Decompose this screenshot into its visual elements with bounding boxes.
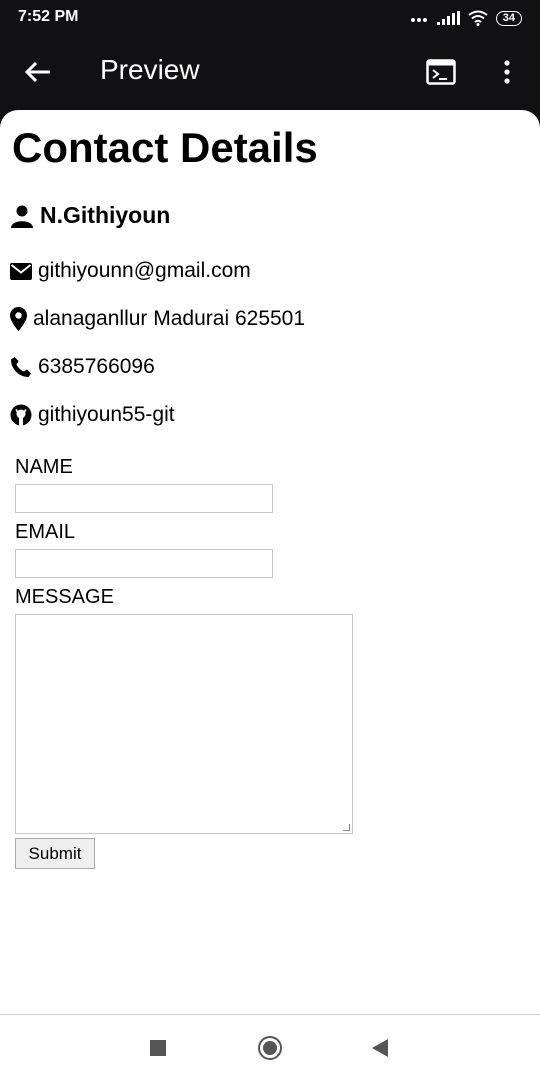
more-notifications-icon bbox=[410, 9, 429, 27]
recent-apps-icon[interactable] bbox=[150, 1040, 166, 1056]
status-bar: 7:52 PM 34 bbox=[0, 0, 540, 34]
phone-icon bbox=[11, 357, 31, 377]
back-arrow-icon[interactable] bbox=[22, 56, 54, 88]
contact-address-row: alanaganllur Madurai 625501 bbox=[10, 307, 305, 331]
map-marker-icon bbox=[10, 307, 27, 331]
terminal-icon[interactable] bbox=[426, 59, 456, 85]
navigation-bar bbox=[0, 1014, 540, 1080]
email-input[interactable] bbox=[15, 549, 273, 578]
name-input[interactable] bbox=[15, 484, 273, 513]
contact-github-row: githiyoun55-git bbox=[10, 403, 175, 427]
back-triangle-icon[interactable] bbox=[372, 1039, 388, 1057]
contact-phone-row: 6385766096 bbox=[10, 355, 155, 379]
more-options-icon[interactable] bbox=[498, 58, 516, 86]
resize-handle-icon[interactable] bbox=[343, 824, 350, 831]
github-icon bbox=[10, 404, 32, 426]
battery-indicator: 34 bbox=[495, 10, 522, 26]
page-title: Contact Details bbox=[12, 124, 318, 171]
contact-name-row: N.Githiyoun bbox=[10, 202, 170, 229]
app-bar: Preview bbox=[0, 34, 540, 110]
message-textarea[interactable] bbox=[15, 614, 353, 834]
email-label: EMAIL bbox=[15, 521, 76, 543]
status-time: 7:52 PM bbox=[18, 8, 79, 25]
contact-address: alanaganllur Madurai 625501 bbox=[33, 307, 306, 330]
user-icon bbox=[11, 205, 33, 228]
app-title: Preview bbox=[100, 54, 200, 85]
envelope-icon bbox=[10, 262, 32, 280]
message-label: MESSAGE bbox=[15, 586, 114, 608]
status-icons: 34 bbox=[410, 9, 522, 27]
home-icon[interactable] bbox=[258, 1036, 282, 1060]
contact-phone: 6385766096 bbox=[38, 355, 155, 378]
wifi-icon bbox=[468, 10, 488, 26]
submit-button[interactable]: Submit bbox=[15, 838, 95, 869]
signal-icon bbox=[436, 11, 460, 25]
contact-email-row: githiyounn@gmail.com bbox=[10, 259, 251, 283]
page-content: Contact Details N.Githiyoun githiyounn@g… bbox=[0, 110, 540, 1014]
name-label: NAME bbox=[15, 456, 73, 478]
contact-github: githiyoun55-git bbox=[38, 403, 175, 426]
contact-name: N.Githiyoun bbox=[40, 202, 171, 228]
contact-email: githiyounn@gmail.com bbox=[38, 259, 251, 282]
